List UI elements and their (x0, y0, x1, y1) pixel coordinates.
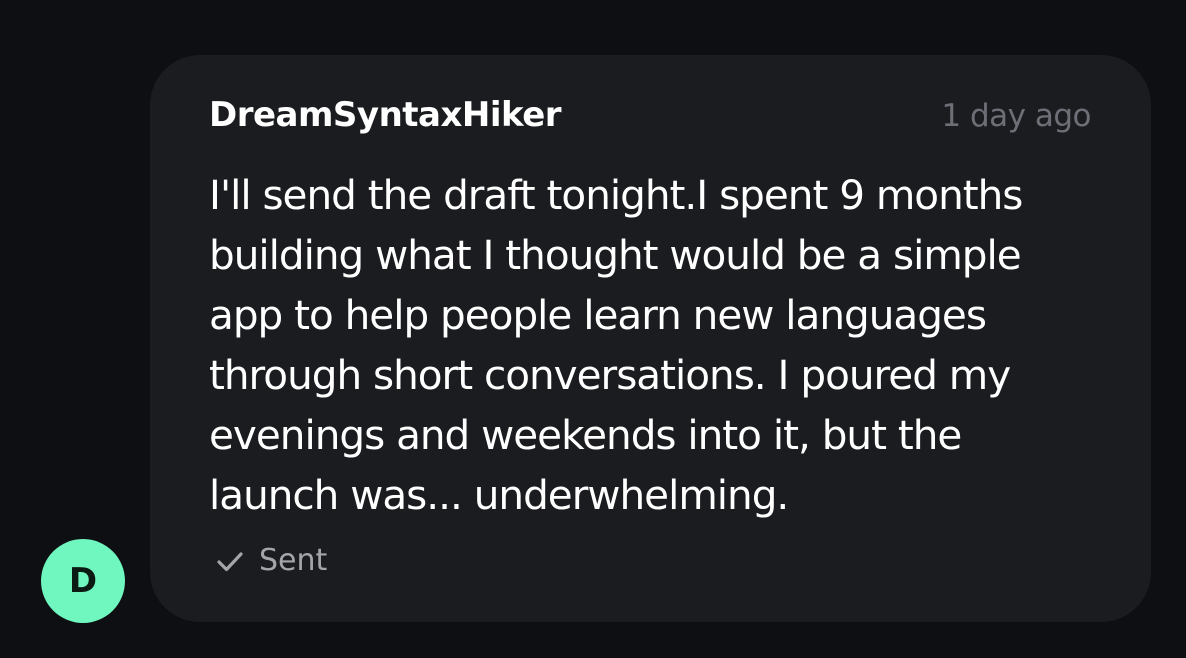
delivery-status: Sent (216, 543, 327, 578)
author-name[interactable]: DreamSyntaxHiker (209, 95, 562, 135)
message-text: I'll send the draft tonight.I spent 9 mo… (209, 171, 1023, 519)
message-bubble[interactable]: DreamSyntaxHiker 1 day ago I'll send the… (150, 55, 1151, 622)
check-icon (216, 547, 244, 575)
avatar-initial: D (68, 561, 98, 601)
chat-view: DreamSyntaxHiker 1 day ago I'll send the… (0, 0, 1186, 658)
status-label: Sent (259, 543, 328, 578)
avatar[interactable]: D (41, 539, 125, 623)
message-timestamp: 1 day ago (941, 98, 1091, 134)
message-header: DreamSyntaxHiker 1 day ago (209, 95, 1091, 151)
